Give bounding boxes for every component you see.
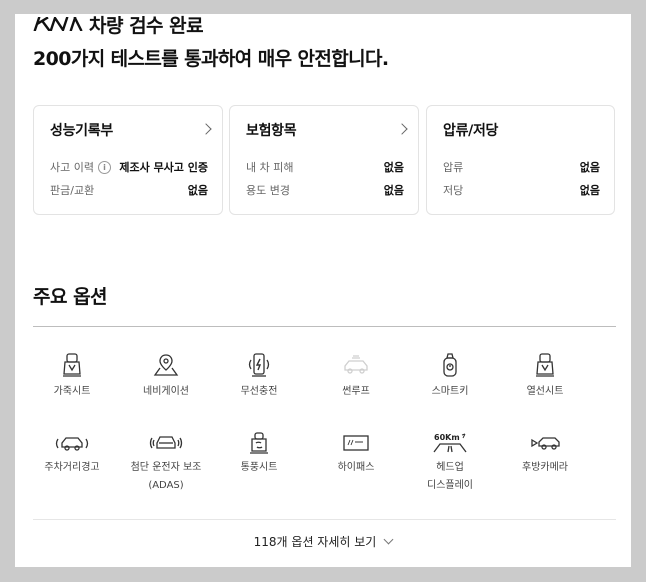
card-title: 성능기록부 [50,123,113,139]
heated-seat-icon [536,353,554,377]
row-label: 내 차 피해 [246,161,294,174]
option-label: 통풍시트 [240,462,278,473]
option-parking-sensor: 주차거리경고 [23,432,121,477]
card-title: 보험항목 [246,123,297,139]
row-label: 용도 변경 [246,184,290,197]
section-title-options: 주요 옵션 [33,286,108,308]
row-value: 없음 [579,161,600,174]
card-title: 압류/저당 [443,123,499,139]
seat-icon [63,353,81,377]
smart-key-icon [443,353,457,377]
option-hipass: 하이패스 [307,432,405,477]
hud-icon: 60Km [433,433,467,453]
option-heated-seat: 열선시트 [496,352,594,401]
option-label-line2: 디스플레이 [427,480,473,491]
kia-logo-icon [33,17,83,31]
wireless-charging-icon [248,353,270,377]
option-label: 무선충전 [240,386,278,397]
page-subtitle: 200가지 테스트를 통과하여 매우 안전합니다. [33,48,389,70]
view-all-options-label: 118개 옵션 자세히 보기 [253,535,377,549]
option-sunroof: 썬루프 [307,352,405,401]
chevron-right-icon [396,123,408,135]
hud-speed-text: 60Km [434,433,460,442]
option-label-line1: 헤드업 [436,462,464,473]
options-footer-divider [33,519,616,520]
card-insurance[interactable]: 보험항목 내 차 피해 없음 용도 변경 없음 [229,105,419,215]
option-label-line1: 첨단 운전자 보조 [130,462,202,473]
hipass-icon [343,435,369,451]
card-row: 내 차 피해 없음 [246,159,404,175]
card-seizure-mortgage: 압류/저당 압류 없음 저당 없음 [426,105,615,215]
option-label: 스마트키 [431,386,469,397]
option-smart-key: 스마트키 [401,352,499,401]
view-all-options-button[interactable]: 118개 옵션 자세히 보기 [15,533,631,550]
chevron-down-icon [383,534,394,545]
vehicle-inspection-panel: 차량 검수 완료 200가지 테스트를 통과하여 매우 안전합니다. 성능기록부… [15,14,631,567]
card-row: 사고 이력 i 제조사 무사고 인증 [50,159,208,175]
card-row: 압류 없음 [443,159,600,175]
section-divider [33,326,616,327]
card-row: 판금/교환 없음 [50,182,208,198]
ventilated-seat-icon [250,432,268,454]
navigation-icon [153,354,179,376]
option-label: 하이패스 [337,462,375,473]
option-wireless-charging: 무선충전 [210,352,308,401]
rear-camera-icon [531,437,560,450]
option-label: 썬루프 [342,386,370,397]
option-rear-camera: 후방카메라 [496,432,594,477]
option-navigation: 네비게이션 [117,352,215,401]
option-adas: 첨단 운전자 보조 (ADAS) [117,432,215,495]
row-value: 없음 [383,161,404,174]
row-value: 제조사 무사고 인증 [119,161,208,174]
option-label: 가죽시트 [53,386,91,397]
card-row: 저당 없음 [443,182,600,198]
option-leather-seat: 가죽시트 [23,352,121,401]
chevron-right-icon [200,123,212,135]
parking-sensor-icon [55,437,89,451]
row-label: 사고 이력 [50,161,94,174]
page-title: 차량 검수 완료 [89,14,204,37]
row-value: 없음 [187,184,208,197]
option-label: 열선시트 [526,386,564,397]
row-value: 없음 [383,184,404,197]
card-performance-record[interactable]: 성능기록부 사고 이력 i 제조사 무사고 인증 판금/교환 없음 [33,105,223,215]
option-label-line2: (ADAS) [148,480,184,491]
row-label: 저당 [443,184,464,197]
adas-icon [149,436,183,449]
option-label: 주차거리경고 [44,462,100,473]
card-row: 용도 변경 없음 [246,182,404,198]
sunroof-icon [344,355,368,374]
option-hud: 60Km 헤드업 디스플레이 [401,432,499,495]
option-label: 네비게이션 [143,386,189,397]
header: 차량 검수 완료 [33,14,204,37]
row-label: 압류 [443,161,464,174]
row-value: 없음 [579,184,600,197]
option-ventilated-seat: 통풍시트 [210,432,308,477]
option-label: 후방카메라 [522,462,568,473]
row-label: 판금/교환 [50,184,95,197]
option-label: 첨단 운전자 보조 (ADAS) [117,459,215,495]
info-icon[interactable]: i [97,160,111,174]
option-label: 헤드업 디스플레이 [401,459,499,495]
